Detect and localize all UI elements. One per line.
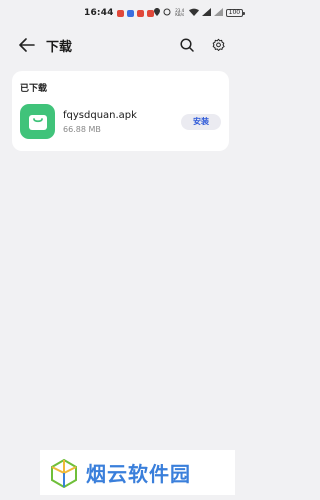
arrow-left-icon [19, 38, 35, 52]
cube-logo-icon [51, 458, 77, 488]
signal-icon [213, 8, 223, 18]
list-item[interactable]: fqysdquan.apk 66.88 MB 安装 [20, 104, 221, 139]
install-button[interactable]: 安装 [181, 113, 221, 130]
file-name: fqysdquan.apk [63, 109, 137, 121]
header: 下载 [0, 28, 241, 62]
wifi-icon [188, 8, 199, 18]
status-right: 23.4 KB/s 100 [153, 8, 246, 18]
notification-icon [146, 9, 154, 17]
notification-icon [116, 9, 124, 17]
file-size: 66.88 MB [63, 124, 101, 134]
location-icon [153, 8, 160, 18]
status-time: 16:44 [84, 8, 114, 18]
app-icon [20, 104, 55, 139]
notification-icon [126, 9, 134, 17]
battery-icon: 100 [225, 9, 246, 17]
watermark: 烟云软件园 [40, 450, 235, 495]
page-title: 下载 [46, 39, 73, 55]
status-left: 16:44 [84, 8, 154, 18]
signal-icon [201, 8, 211, 18]
status-bar: 16:44 23.4 KB/s 100 [0, 0, 246, 26]
search-icon [180, 38, 194, 52]
network-speed: 23.4 KB/s [175, 8, 185, 17]
shopping-bag-icon [28, 114, 47, 130]
battery-level: 100 [228, 9, 241, 16]
back-button[interactable] [18, 36, 36, 54]
ring-icon [163, 8, 171, 18]
downloaded-card: 已下载 fqysdquan.apk 66.88 MB 安装 [12, 71, 229, 151]
notification-icon [136, 9, 144, 17]
watermark-text: 烟云软件园 [86, 462, 191, 486]
gear-icon [212, 38, 225, 51]
item-text: fqysdquan.apk 66.88 MB [63, 110, 181, 134]
search-button[interactable] [178, 36, 196, 54]
settings-button[interactable] [209, 36, 227, 54]
section-title: 已下载 [20, 84, 48, 94]
